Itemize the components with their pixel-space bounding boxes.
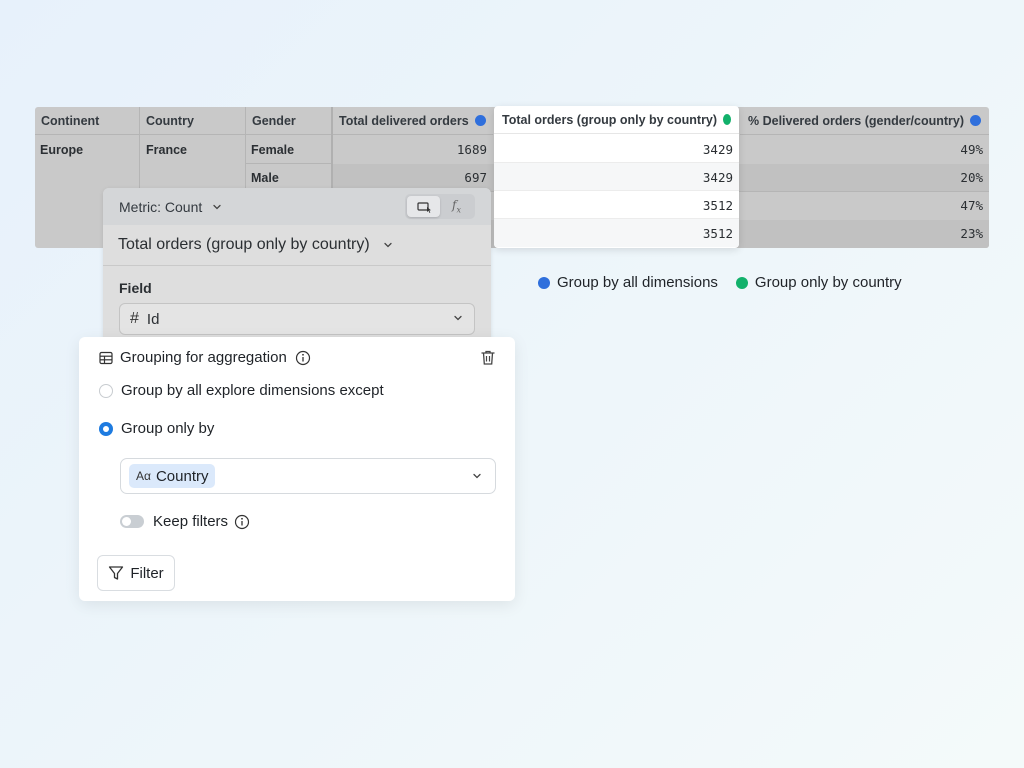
cell-continent: Europe <box>40 143 84 157</box>
metric-panel: Metric: Count fx Total orders (group onl… <box>103 188 491 340</box>
info-icon[interactable] <box>295 350 311 366</box>
dimension-select[interactable]: Aα Country <box>120 458 496 494</box>
keep-filters-label: Keep filters <box>153 513 229 530</box>
cell-total-delivered: 697 <box>464 169 487 185</box>
radio-label: Group by all explore dimensions except <box>121 382 384 399</box>
cell-total-orders: 3512 <box>702 197 733 213</box>
function-icon: fx <box>452 198 461 215</box>
info-icon[interactable] <box>234 514 250 530</box>
table-icon <box>99 351 113 364</box>
cell-pct: 49% <box>960 141 983 157</box>
hash-icon: # <box>130 310 139 327</box>
trash-icon[interactable] <box>480 349 496 366</box>
string-type-icon: Aα <box>136 469 151 483</box>
legend-item-all-dimensions: Group by all dimensions <box>538 274 718 291</box>
chevron-down-icon <box>454 315 462 321</box>
field-label: Field <box>119 280 152 296</box>
field-value: Id <box>146 310 160 328</box>
metric-title: Total orders (group only by country) <box>118 236 370 253</box>
table-row: 3512 <box>494 191 739 219</box>
field-select[interactable]: # Id <box>119 303 475 335</box>
table-cursor-icon <box>416 201 431 213</box>
keep-filters-row: Keep filters <box>120 513 250 530</box>
blue-dot-icon <box>474 115 486 126</box>
green-dot-icon <box>723 114 731 125</box>
col-total-orders-highlighted: Total orders (group only by country) 342… <box>494 106 739 248</box>
col-pct-delivered: % Delivered orders (gender/country) 49% … <box>740 107 989 248</box>
cell-country: France <box>146 143 187 157</box>
header-gender[interactable]: Gender <box>246 107 331 135</box>
header-total-orders-country[interactable]: Total orders (group only by country) <box>494 106 739 134</box>
grouping-card: Grouping for aggregation Group by all ex… <box>79 337 515 601</box>
radio-group-all-except[interactable]: Group by all explore dimensions except <box>99 382 384 399</box>
table-row: 3429 <box>494 163 739 191</box>
metric-mode-toggle: fx <box>405 194 475 219</box>
legend-label: Group only by country <box>754 274 902 291</box>
cell-total-orders: 3429 <box>702 141 733 157</box>
filter-button[interactable]: Filter <box>97 555 175 591</box>
cell-gender-female: Female <box>251 143 295 157</box>
table-row: 3429 <box>494 135 739 163</box>
cell-total-orders: 3429 <box>702 169 733 185</box>
header-country[interactable]: Country <box>140 107 245 135</box>
dimension-chip[interactable]: Aα Country <box>129 464 216 488</box>
blue-dot-icon <box>970 115 982 126</box>
formula-mode-button[interactable]: fx <box>440 196 473 217</box>
header-label: % Delivered orders (gender/country) <box>748 113 965 128</box>
dimension-chip-label: Country <box>155 467 209 485</box>
metric-title-dropdown[interactable]: Total orders (group only by country) <box>103 225 491 266</box>
filter-icon <box>109 566 124 580</box>
cell-total-delivered: 1689 <box>456 141 487 157</box>
cell-gender-male: Male <box>251 171 279 185</box>
header-continent[interactable]: Continent <box>35 107 139 135</box>
header-total-delivered[interactable]: Total delivered orders <box>333 107 493 135</box>
cell-pct: 47% <box>960 197 983 213</box>
header-pct-delivered[interactable]: % Delivered orders (gender/country) <box>740 107 989 135</box>
green-dot-icon <box>735 276 748 289</box>
legend-item-only-country: Group only by country <box>735 274 902 291</box>
metric-type-label: Metric: Count <box>119 198 203 215</box>
header-label: Total delivered orders <box>339 113 469 128</box>
table-mode-button[interactable] <box>407 196 440 217</box>
metric-panel-header: Metric: Count fx <box>103 188 491 225</box>
grouping-title-text: Grouping for aggregation <box>120 349 287 366</box>
chevron-down-icon <box>384 242 392 248</box>
chevron-down-icon <box>473 473 481 479</box>
cell-total-orders: 3512 <box>702 225 733 241</box>
chevron-down-icon <box>213 204 221 209</box>
grouping-title: Grouping for aggregation <box>99 349 311 366</box>
legend: Group by all dimensions Group only by co… <box>538 274 920 291</box>
blue-dot-icon <box>538 276 550 289</box>
filter-button-label: Filter <box>130 564 164 582</box>
keep-filters-toggle[interactable] <box>120 515 144 528</box>
radio-unselected[interactable] <box>99 383 113 398</box>
cell-pct: 20% <box>960 169 983 185</box>
radio-selected[interactable] <box>99 421 113 436</box>
radio-group-only-by[interactable]: Group only by <box>99 420 214 437</box>
radio-label: Group only by <box>121 420 215 437</box>
cell-pct: 23% <box>960 225 983 241</box>
table-row: 3512 <box>494 219 739 247</box>
legend-label: Group by all dimensions <box>557 274 718 291</box>
metric-type-dropdown[interactable]: Metric: Count <box>119 199 222 215</box>
header-label: Total orders (group only by country) <box>502 112 718 127</box>
